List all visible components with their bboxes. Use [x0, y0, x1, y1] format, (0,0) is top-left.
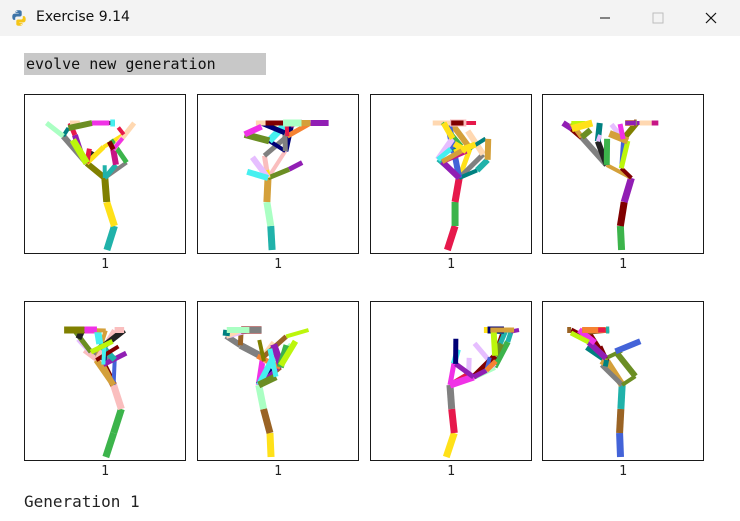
creature-cell[interactable] — [24, 94, 186, 254]
limb-segment — [110, 407, 125, 435]
maximize-button[interactable] — [635, 0, 681, 36]
app-window: Exercise 9.14 evolve new generation 1111… — [0, 0, 740, 521]
creature-cell[interactable] — [542, 94, 704, 254]
fitness-label: 1 — [101, 464, 109, 479]
creature-cell[interactable] — [542, 301, 704, 461]
limb-segment — [446, 384, 456, 410]
limb-segment — [616, 201, 628, 227]
creature-cell[interactable] — [197, 94, 359, 254]
creature-figure — [64, 326, 128, 459]
limb-segment — [620, 176, 635, 204]
close-button[interactable] — [688, 0, 734, 36]
fitness-label: 1 — [24, 257, 186, 272]
limb-segment — [222, 329, 231, 337]
limb-segment — [267, 225, 276, 251]
fitness-label: 1 — [447, 464, 455, 479]
limb-segment — [490, 329, 499, 356]
minimize-icon — [600, 17, 610, 19]
creature-figure — [561, 119, 659, 251]
creature-figure — [432, 119, 492, 252]
generation-label: Generation 1 — [24, 492, 140, 511]
fitness-label: 1 — [619, 464, 627, 479]
limb-segment — [44, 121, 65, 139]
limb-segment — [263, 201, 275, 227]
limb-segment — [444, 224, 459, 252]
creature-figure — [243, 119, 329, 251]
limb-segment — [110, 148, 119, 166]
limb-segment — [116, 126, 126, 136]
limb-segment — [103, 224, 118, 252]
limb-segment — [266, 432, 275, 458]
limb-segment — [595, 134, 602, 142]
limb-segment — [260, 408, 274, 434]
maximize-icon — [652, 12, 664, 24]
limb-segment — [101, 177, 111, 203]
limb-segment — [84, 160, 107, 181]
title-bar[interactable]: Exercise 9.14 — [0, 0, 740, 36]
limb-segment — [505, 330, 514, 343]
fitness-label: 1 — [274, 464, 282, 479]
limb-segment — [616, 225, 626, 251]
creature-figure — [567, 326, 642, 458]
limb-segment — [617, 123, 626, 140]
creature-figure — [222, 326, 310, 458]
limb-segment — [614, 338, 642, 355]
creature-figure — [442, 326, 520, 459]
creature-cell[interactable] — [370, 301, 532, 461]
python-icon — [10, 9, 28, 27]
limb-segment — [255, 384, 267, 410]
limb-segment — [287, 160, 304, 172]
limb-segment — [579, 127, 593, 140]
minimize-button[interactable] — [582, 0, 628, 36]
fitness-label: 1 — [370, 257, 532, 272]
limb-segment — [613, 349, 638, 379]
limb-segment — [442, 431, 458, 459]
limb-segment — [103, 200, 118, 228]
limb-segment — [243, 123, 263, 138]
creature-cell[interactable] — [197, 301, 359, 461]
creature-figure — [44, 119, 137, 252]
limb-segment — [448, 408, 458, 434]
creature-cell[interactable] — [370, 94, 532, 254]
close-icon — [705, 12, 717, 24]
limb-segment — [451, 177, 463, 203]
limb-segment — [102, 431, 117, 459]
creature-cell[interactable] — [24, 301, 186, 461]
fitness-label: 1 — [197, 257, 359, 272]
limb-segment — [617, 384, 626, 410]
fitness-label: 1 — [542, 257, 704, 272]
limb-segment — [263, 177, 272, 203]
limb-segment — [484, 138, 492, 160]
limb-segment — [616, 432, 625, 458]
limb-segment — [285, 328, 310, 339]
canvas-area: evolve new generation 11111111 Generatio… — [0, 36, 740, 521]
window-title: Exercise 9.14 — [36, 9, 130, 25]
limb-segment — [110, 383, 125, 411]
limb-segment — [602, 359, 610, 367]
evolve-button[interactable]: evolve new generation — [24, 53, 266, 75]
limb-segment — [616, 408, 625, 434]
